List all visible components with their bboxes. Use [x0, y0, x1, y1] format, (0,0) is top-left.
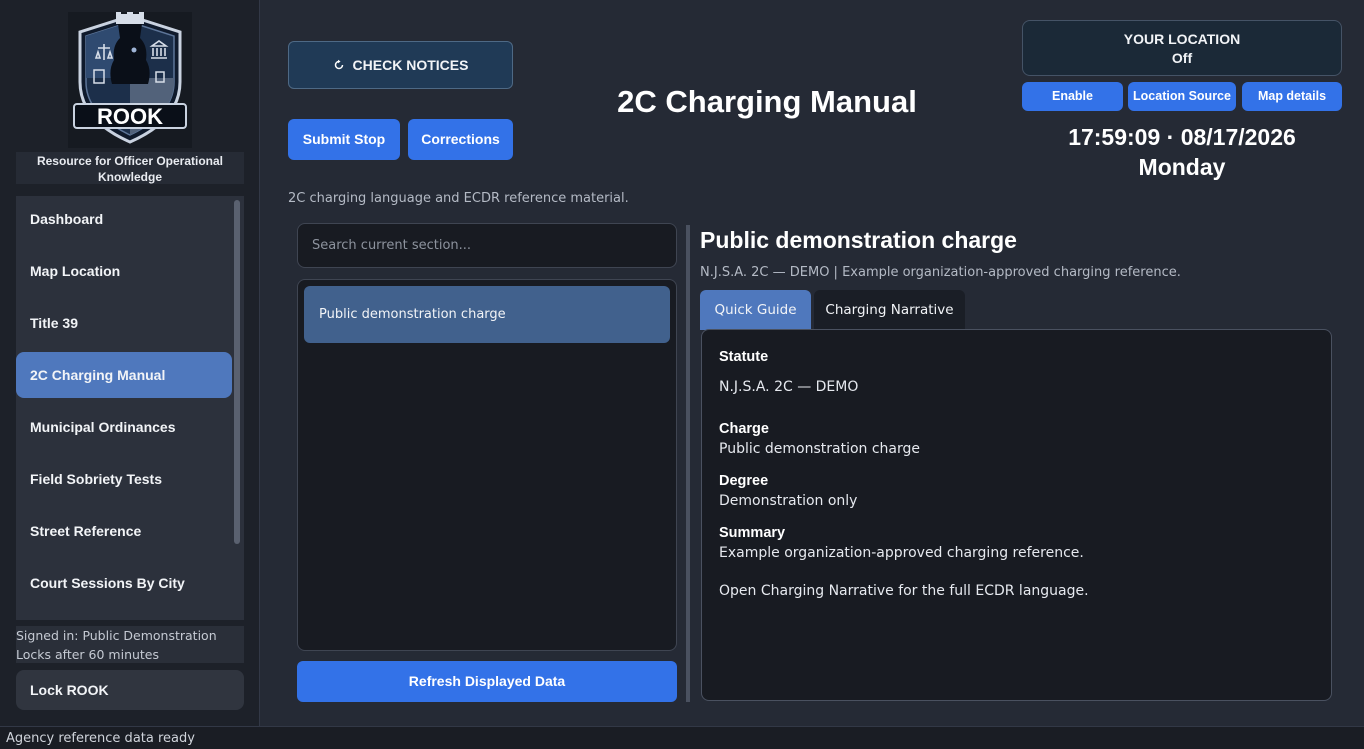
- sidebar-item-2c-charging-manual[interactable]: 2C Charging Manual: [16, 352, 232, 398]
- status-text: Agency reference data ready: [6, 731, 195, 746]
- corrections-button[interactable]: Corrections: [408, 119, 513, 160]
- sidebar-item-court-sessions-by-city[interactable]: Court Sessions By City: [16, 560, 232, 606]
- submit-stop-button[interactable]: Submit Stop: [288, 119, 400, 160]
- statute-label: Statute: [719, 349, 769, 365]
- sidebar-item-field-sobriety-tests[interactable]: Field Sobriety Tests: [16, 456, 232, 502]
- signed-in-text: Signed in: Public Demonstration: [16, 628, 217, 643]
- tab-quick-guide[interactable]: Quick Guide: [700, 290, 811, 330]
- page-subtitle: 2C charging language and ECDR reference …: [288, 191, 629, 206]
- location-source-button[interactable]: Location Source: [1128, 82, 1236, 111]
- clock-time-date: 17:59:09 · 08/17/2026: [1068, 124, 1296, 150]
- charge-label: Charge: [719, 421, 769, 437]
- lock-button[interactable]: Lock ROOK: [16, 670, 244, 710]
- degree-value: Demonstration only: [719, 493, 858, 509]
- shield-logo-icon: ROOK: [73, 12, 187, 144]
- check-notices-label: CHECK NOTICES: [352, 57, 469, 73]
- quick-guide-panel: Statute N.J.S.A. 2C — DEMO Charge Public…: [701, 329, 1332, 701]
- summary-label: Summary: [719, 525, 786, 541]
- sidebar-item-title-39[interactable]: Title 39: [16, 300, 232, 346]
- session-info: Signed in: Public Demonstration Locks af…: [16, 626, 244, 663]
- detail-subtitle: N.J.S.A. 2C — DEMO | Example organizatio…: [700, 265, 1181, 280]
- check-notices-button[interactable]: CHECK NOTICES: [288, 41, 513, 89]
- app-tagline: Resource for Officer Operational Knowled…: [16, 152, 244, 184]
- logo-text: ROOK: [97, 104, 163, 129]
- sidebar-item-municipal-ordinances[interactable]: Municipal Ordinances: [16, 404, 232, 450]
- charge-list: Public demonstration charge: [297, 279, 677, 651]
- enable-location-button[interactable]: Enable: [1022, 82, 1123, 111]
- charge-value: Public demonstration charge: [719, 441, 921, 457]
- location-status-box: YOUR LOCATION Off: [1022, 20, 1342, 76]
- sidebar-item-map-location[interactable]: Map Location: [16, 248, 232, 294]
- sidebar-scrollbar[interactable]: [234, 200, 240, 544]
- statute-value: N.J.S.A. 2C — DEMO: [719, 379, 859, 395]
- sidebar: ROOK Resource for Officer Operational Kn…: [0, 0, 260, 726]
- rook-logo: ROOK: [68, 12, 192, 148]
- refresh-icon: [334, 59, 343, 70]
- clock: 17:59:09 · 08/17/2026 Monday: [1022, 122, 1342, 182]
- search-input[interactable]: [297, 223, 677, 268]
- degree-label: Degree: [719, 473, 769, 489]
- summary-value: Example organization-approved charging r…: [719, 545, 1084, 561]
- tab-charging-narrative[interactable]: Charging Narrative: [814, 290, 965, 330]
- location-status: Off: [1171, 50, 1193, 66]
- sidebar-item-dashboard[interactable]: Dashboard: [16, 196, 232, 242]
- status-bar: Agency reference data ready: [0, 726, 1364, 749]
- list-item[interactable]: Public demonstration charge: [304, 286, 670, 343]
- pane-splitter[interactable]: [686, 225, 690, 702]
- detail-title: Public demonstration charge: [700, 227, 1017, 253]
- page-title: 2C Charging Manual: [617, 84, 917, 119]
- map-details-button[interactable]: Map details: [1242, 82, 1342, 111]
- refresh-data-button[interactable]: Refresh Displayed Data: [297, 661, 677, 702]
- sidebar-item-street-reference[interactable]: Street Reference: [16, 508, 232, 554]
- lock-timeout-text: Locks after 60 minutes: [16, 647, 160, 662]
- location-heading: YOUR LOCATION: [1123, 31, 1241, 47]
- clock-weekday: Monday: [1138, 154, 1226, 180]
- sidebar-nav: Dashboard Map Location Title 39 2C Charg…: [16, 196, 244, 620]
- narrative-hint: Open Charging Narrative for the full ECD…: [719, 583, 1089, 599]
